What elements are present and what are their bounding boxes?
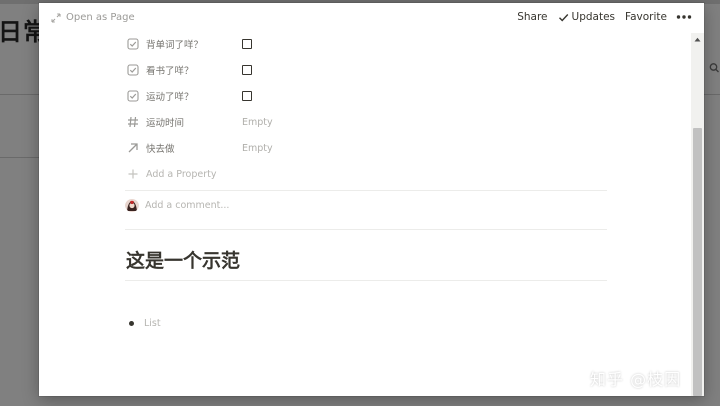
property-value[interactable]: Empty	[242, 117, 273, 128]
property-checkbox[interactable]	[242, 91, 252, 101]
comment-row	[125, 198, 445, 212]
open-as-page-button[interactable]: Open as Page	[51, 12, 135, 23]
scrollbar[interactable]	[691, 33, 704, 396]
list-item[interactable]: List	[129, 318, 161, 329]
divider	[125, 229, 607, 230]
expand-icon	[51, 12, 61, 23]
add-property-label: Add a Property	[146, 168, 217, 180]
add-property-button[interactable]: Add a Property	[127, 163, 607, 185]
property-name: 背单词了咩？	[146, 40, 204, 51]
updates-label: Updates	[571, 11, 616, 23]
checkbox-property-icon	[127, 90, 139, 102]
plus-icon	[128, 169, 138, 179]
property-row[interactable]: 看书了咩？	[127, 59, 607, 81]
property-row[interactable]: 运动时间 Empty	[127, 111, 607, 133]
check-icon	[558, 13, 568, 22]
property-name: 运动时间	[146, 118, 185, 129]
bullet-icon	[129, 321, 134, 326]
avatar	[125, 198, 139, 212]
favorite-label: Favorite	[625, 11, 667, 23]
background-divider	[0, 157, 40, 158]
search-icon	[709, 63, 719, 73]
property-checkbox[interactable]	[242, 65, 252, 75]
arrow-up-right-icon	[128, 143, 138, 153]
property-name: 看书了咩？	[146, 66, 194, 77]
modal-topbar: Open as Page Share Updates Favorite	[39, 3, 704, 33]
scroll-up-arrow-icon[interactable]	[694, 37, 701, 42]
top-actions: Share Updates Favorite	[507, 11, 692, 23]
more-options-icon[interactable]	[676, 11, 692, 23]
property-name: 快去做	[146, 144, 175, 155]
heading-underline	[125, 280, 607, 281]
checkbox-property-icon	[127, 38, 139, 50]
page-content: 背单词了咩？ 看书了咩？ 运动了咩？ 运动时间 Empty 快去做 Empty …	[39, 33, 694, 396]
share-button[interactable]: Share	[517, 11, 547, 23]
property-name: 运动了咩？	[146, 92, 194, 103]
scrollbar-thumb[interactable]	[693, 128, 702, 396]
property-row[interactable]: 运动了咩？	[127, 85, 607, 107]
background-divider	[703, 94, 720, 95]
property-checkbox[interactable]	[242, 39, 252, 49]
page-heading[interactable]: 这是一个示范	[126, 246, 240, 273]
page-peek-modal: Open as Page Share Updates Favorite 背单词了…	[39, 3, 704, 396]
number-property-icon	[128, 116, 138, 128]
divider	[125, 190, 607, 191]
watermark: 知乎 @枝因	[590, 370, 682, 389]
checkbox-property-icon	[127, 64, 139, 76]
comment-input[interactable]	[145, 199, 445, 211]
list-placeholder: List	[144, 318, 161, 329]
property-row[interactable]: 快去做 Empty	[127, 137, 607, 159]
updates-button[interactable]: Updates	[558, 11, 616, 23]
open-as-page-label: Open as Page	[66, 12, 135, 23]
property-value[interactable]: Empty	[242, 143, 273, 154]
favorite-button[interactable]: Favorite	[625, 11, 667, 23]
background-divider	[0, 94, 40, 95]
property-row[interactable]: 背单词了咩？	[127, 33, 607, 55]
share-label: Share	[517, 11, 548, 23]
